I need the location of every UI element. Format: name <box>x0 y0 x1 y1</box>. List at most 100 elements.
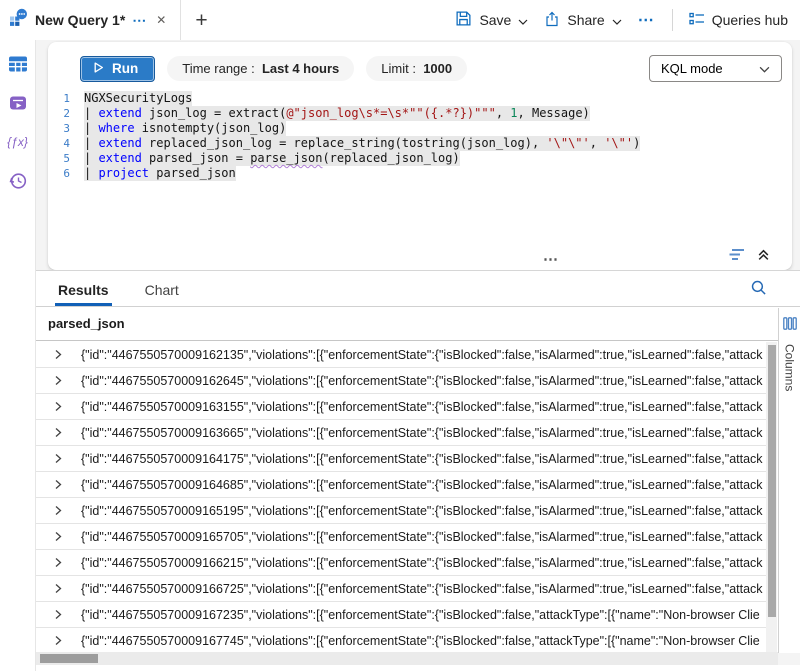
table-row[interactable]: {"id":"4467550570009163665","violations"… <box>36 420 766 446</box>
table-row[interactable]: {"id":"4467550570009162645","violations"… <box>36 368 766 394</box>
queries-hub-button[interactable]: Queries hub <box>689 11 788 30</box>
topbar-actions: Save Share ⋯ Que <box>455 9 800 31</box>
line-number: 4 <box>48 136 84 151</box>
limit-value: 1000 <box>423 61 452 76</box>
share-label: Share <box>567 12 604 28</box>
expand-row-icon[interactable] <box>53 583 63 594</box>
results-tabs: Results Chart <box>36 271 800 307</box>
time-range-value: Last 4 hours <box>262 61 339 76</box>
expand-row-icon[interactable] <box>53 375 63 386</box>
code-text[interactable]: | project parsed_json <box>84 166 236 181</box>
tab-more-icon[interactable]: ⋯ <box>132 12 147 29</box>
row-json-text: {"id":"4467550570009166725","violations"… <box>81 582 763 596</box>
line-number: 5 <box>48 151 84 166</box>
row-json-text: {"id":"4467550570009163665","violations"… <box>81 426 763 440</box>
vertical-scrollbar-thumb[interactable] <box>768 345 776 617</box>
expand-row-icon[interactable] <box>53 479 63 490</box>
query-history-icon[interactable] <box>7 170 29 192</box>
code-line[interactable]: 5| extend parsed_json = parse_json(repla… <box>48 151 792 166</box>
expand-row-icon[interactable] <box>53 609 63 620</box>
editor-lines[interactable]: 1NGXSecurityLogs2| extend json_log = ext… <box>48 91 792 181</box>
expand-row-icon[interactable] <box>53 635 63 646</box>
code-line[interactable]: 1NGXSecurityLogs <box>48 91 792 106</box>
queries-hub-label: Queries hub <box>712 12 788 28</box>
run-button[interactable]: Run <box>80 56 155 82</box>
code-line[interactable]: 6| project parsed_json <box>48 166 792 181</box>
top-bar: New Query 1* ⋯ ✕ + Save Share <box>0 0 800 40</box>
code-text[interactable]: | extend json_log = extract(@"json_log\s… <box>84 106 590 121</box>
save-chevron-down-icon <box>518 12 528 28</box>
tab-results[interactable]: Results <box>55 282 112 306</box>
kql-mode-value: KQL mode <box>661 61 723 76</box>
save-icon <box>455 10 472 30</box>
table-row[interactable]: {"id":"4467550570009164685","violations"… <box>36 472 766 498</box>
code-line[interactable]: 3| where isnotempty(json_log) <box>48 121 792 136</box>
row-json-text: {"id":"4467550570009162645","violations"… <box>81 374 763 388</box>
row-json-text: {"id":"4467550570009167235","violations"… <box>81 608 760 622</box>
share-button[interactable]: Share <box>544 11 621 30</box>
editor-corner-actions <box>729 248 770 261</box>
code-text[interactable]: | extend replaced_json_log = replace_str… <box>84 136 640 151</box>
query-tab[interactable]: New Query 1* ⋯ ✕ <box>0 0 181 40</box>
line-number: 6 <box>48 166 84 181</box>
line-number: 2 <box>48 106 84 121</box>
column-header-parsed-json[interactable]: parsed_json <box>36 307 778 341</box>
table-row[interactable]: {"id":"4467550570009162135","violations"… <box>36 342 766 368</box>
new-tab-button[interactable]: + <box>195 10 207 31</box>
search-icon[interactable] <box>750 279 767 299</box>
code-text[interactable]: | where isnotempty(json_log) <box>84 121 286 136</box>
expand-row-icon[interactable] <box>53 557 63 568</box>
table-row[interactable]: {"id":"4467550570009167235","violations"… <box>36 602 766 628</box>
functions-icon[interactable]: {ƒx} <box>7 131 29 153</box>
columns-panel-label: Columns <box>783 344 797 391</box>
splitter-handle[interactable]: ⋯ <box>543 250 560 268</box>
columns-side-panel[interactable]: Columns <box>778 308 800 653</box>
query-editor-card: Run Time range : Last 4 hours Limit : 10… <box>48 42 792 270</box>
row-json-text: {"id":"4467550570009165705","violations"… <box>81 530 763 544</box>
save-label: Save <box>479 12 511 28</box>
time-range-label: Time range : <box>182 61 255 76</box>
row-json-text: {"id":"4467550570009163155","violations"… <box>81 400 763 414</box>
tab-chart[interactable]: Chart <box>142 282 182 306</box>
table-row[interactable]: {"id":"4467550570009164175","violations"… <box>36 446 766 472</box>
vertical-scrollbar[interactable] <box>766 342 777 654</box>
expand-row-icon[interactable] <box>53 453 63 464</box>
table-row[interactable]: {"id":"4467550570009163155","violations"… <box>36 394 766 420</box>
expand-row-icon[interactable] <box>53 401 63 412</box>
save-button[interactable]: Save <box>455 10 528 30</box>
more-actions-icon[interactable]: ⋯ <box>638 10 656 30</box>
collapse-panel-icon[interactable] <box>757 248 770 261</box>
table-row[interactable]: {"id":"4467550570009165195","violations"… <box>36 498 766 524</box>
table-row[interactable]: {"id":"4467550570009167745","violations"… <box>36 628 766 654</box>
code-text[interactable]: | extend parsed_json = parse_json(replac… <box>84 151 460 166</box>
row-json-text: {"id":"4467550570009167745","violations"… <box>81 634 760 648</box>
table-row[interactable]: {"id":"4467550570009166725","violations"… <box>36 576 766 602</box>
kql-mode-dropdown[interactable]: KQL mode <box>649 55 782 82</box>
table-row[interactable]: {"id":"4467550570009165705","violations"… <box>36 524 766 550</box>
table-row[interactable]: {"id":"4467550570009166215","violations"… <box>36 550 766 576</box>
horizontal-scrollbar-thumb[interactable] <box>40 654 98 663</box>
code-line[interactable]: 4| extend replaced_json_log = replace_st… <box>48 136 792 151</box>
format-lines-icon[interactable] <box>729 248 746 261</box>
run-label: Run <box>112 61 138 76</box>
saved-queries-icon[interactable] <box>7 92 29 114</box>
columns-icon <box>783 317 797 335</box>
row-json-text: {"id":"4467550570009165195","violations"… <box>81 504 763 518</box>
expand-row-icon[interactable] <box>53 349 63 360</box>
expand-row-icon[interactable] <box>53 531 63 542</box>
results-rows: {"id":"4467550570009162135","violations"… <box>36 342 766 654</box>
expand-row-icon[interactable] <box>53 427 63 438</box>
left-sidebar: {ƒx} <box>0 40 36 671</box>
limit-selector[interactable]: Limit : 1000 <box>366 56 467 81</box>
line-number: 3 <box>48 121 84 136</box>
query-toolbar: Run Time range : Last 4 hours Limit : 10… <box>48 42 792 82</box>
topbar-divider <box>672 9 673 31</box>
tab-close-icon[interactable]: ✕ <box>154 13 168 27</box>
expand-row-icon[interactable] <box>53 505 63 516</box>
table-explorer-icon[interactable] <box>7 53 29 75</box>
time-range-selector[interactable]: Time range : Last 4 hours <box>167 56 354 81</box>
horizontal-scrollbar[interactable] <box>36 652 778 665</box>
code-line[interactable]: 2| extend json_log = extract(@"json_log\… <box>48 106 792 121</box>
code-text[interactable]: NGXSecurityLogs <box>84 91 192 106</box>
share-chevron-down-icon <box>612 12 622 28</box>
